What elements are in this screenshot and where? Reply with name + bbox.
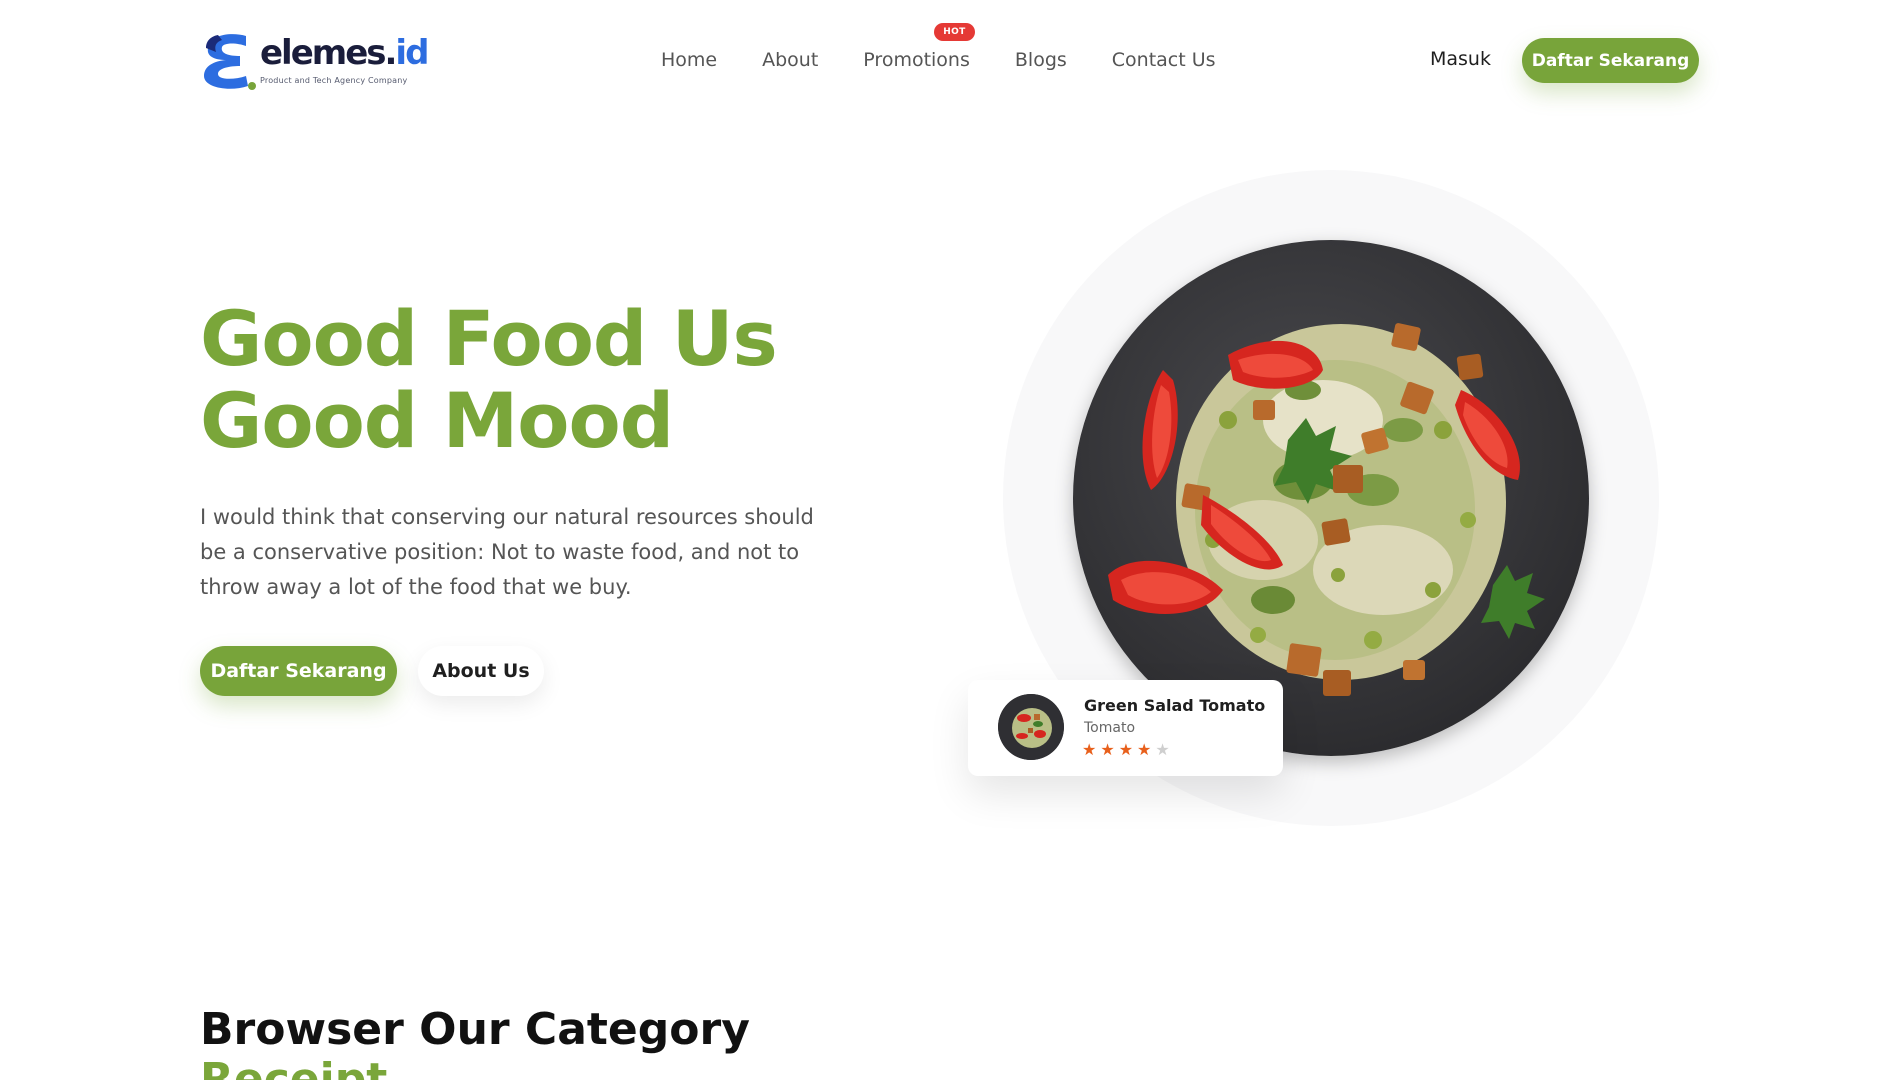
food-rating: ★ ★ ★ ★ ★	[1082, 742, 1174, 758]
star-icon: ★	[1100, 740, 1115, 759]
logo-tagline: Product and Tech Agency Company	[260, 76, 408, 85]
header-register-button[interactable]: Daftar Sekarang	[1522, 38, 1699, 83]
nav-home[interactable]: Home	[661, 49, 717, 71]
logo-name-accent: id	[395, 33, 429, 73]
hero-register-button[interactable]: Daftar Sekarang	[200, 646, 397, 696]
food-rating-card[interactable]: Green Salad Tomato Tomato ★ ★ ★ ★ ★	[968, 680, 1283, 776]
star-icon: ★	[1082, 740, 1097, 759]
hero-title: Good Food Us Good Mood	[200, 294, 778, 465]
brand-logo[interactable]: elemes.id Product and Tech Agency Compan…	[200, 30, 430, 92]
hero-title-line-1: Good Food Us	[200, 294, 778, 383]
hero-title-line-2: Good Mood	[200, 376, 674, 465]
star-empty-icon: ★	[1155, 740, 1170, 759]
nav-blogs-label: Blogs	[1014, 49, 1067, 71]
nav-contact-us[interactable]: Contact Us	[1112, 49, 1216, 71]
hot-badge: HOT	[934, 23, 975, 41]
nav-promotions-label: Promotions	[863, 49, 970, 71]
salad-plate-image	[1073, 240, 1589, 756]
food-thumbnail	[998, 694, 1064, 760]
nav-home-label: Home	[661, 49, 718, 71]
logo-name-main: elemes.	[260, 33, 397, 73]
food-subtitle: Tomato	[1084, 720, 1136, 736]
nav-blogs[interactable]: Blogs	[1015, 49, 1067, 71]
category-section-subtitle: Receipt	[200, 1054, 388, 1080]
nav-about[interactable]: About	[762, 49, 818, 71]
star-icon: ★	[1137, 740, 1152, 759]
food-name: Green Salad Tomato	[1084, 696, 1266, 715]
category-section-title: Browser Our Category	[200, 1004, 750, 1055]
star-icon: ★	[1118, 740, 1134, 759]
main-nav: Home About Promotions HOT Blogs Contact U…	[661, 23, 1216, 72]
nav-contact-label: Contact Us	[1111, 49, 1216, 71]
hero-description: I would think that conserving our natura…	[200, 505, 814, 599]
nav-about-label: About	[762, 49, 819, 71]
hero-about-button[interactable]: About Us	[418, 646, 544, 696]
nav-promotions[interactable]: Promotions HOT	[863, 23, 975, 71]
logo-e-icon	[200, 30, 256, 92]
login-link[interactable]: Masuk	[1430, 48, 1491, 70]
logo-wordmark: elemes.id	[260, 33, 429, 73]
